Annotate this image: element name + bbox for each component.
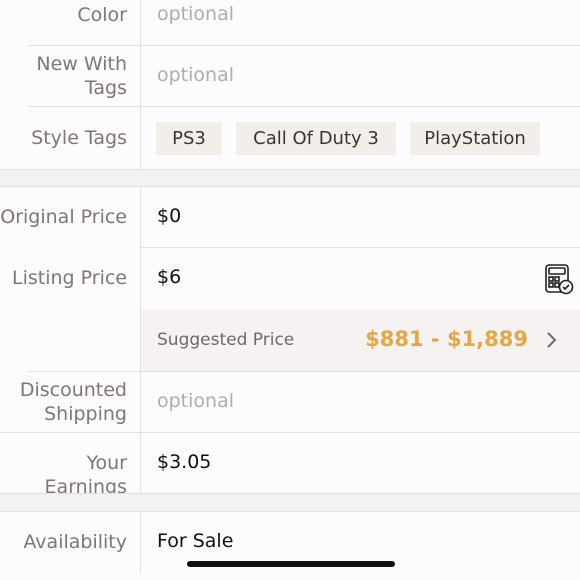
your-earnings-label: Your Earnings [44, 452, 127, 498]
color-label: Color [77, 4, 127, 26]
style-tag-chip[interactable]: PlayStation [410, 122, 540, 155]
original-price-input[interactable]: $0 [157, 205, 181, 227]
column-divider [140, 0, 141, 169]
column-divider [140, 512, 141, 574]
calculator-check-icon[interactable] [544, 263, 574, 295]
color-row[interactable]: Color optional [0, 0, 580, 45]
home-indicator [187, 561, 395, 567]
style-tags-label: Style Tags [31, 127, 127, 149]
suggested-price-range: $881 - $1,889 [365, 327, 528, 351]
section-gap [0, 169, 580, 186]
divider [0, 493, 580, 494]
discounted-shipping-label: Discounted Shipping [0, 378, 127, 426]
availability-label: Availability [23, 531, 127, 553]
new-with-tags-label: New With Tags [0, 52, 127, 100]
suggested-price-label: Suggested Price [157, 330, 295, 350]
new-with-tags-input[interactable]: optional [157, 64, 234, 86]
color-input[interactable]: optional [157, 3, 234, 25]
listing-price-label: Listing Price [12, 267, 127, 289]
discounted-shipping-row[interactable]: Discounted Shipping optional [0, 372, 580, 432]
divider [0, 169, 580, 170]
section-gap [0, 493, 580, 511]
original-price-row[interactable]: Original Price $0 [0, 187, 580, 247]
style-tag-chip[interactable]: Call Of Duty 3 [236, 122, 396, 155]
discounted-shipping-label-line2: Shipping [44, 403, 127, 425]
listing-price-row[interactable]: Listing Price $6 [0, 248, 580, 310]
listing-price-input[interactable]: $6 [157, 266, 181, 288]
discounted-shipping-input[interactable]: optional [157, 390, 234, 412]
discounted-shipping-label-line1: Discounted [19, 379, 127, 401]
your-earnings-value: $3.05 [157, 451, 212, 473]
style-tag-chip[interactable]: PS3 [156, 122, 222, 155]
chevron-right-icon[interactable] [544, 331, 558, 349]
new-with-tags-row[interactable]: New With Tags optional [0, 46, 580, 106]
column-divider [140, 187, 141, 493]
new-with-tags-label-line2: Tags [84, 77, 127, 99]
availability-value[interactable]: For Sale [157, 530, 233, 552]
new-with-tags-label-line1: New With [36, 53, 127, 75]
your-earnings-row: Your Earnings $3.05 [0, 433, 580, 498]
original-price-label: Original Price [0, 206, 127, 228]
